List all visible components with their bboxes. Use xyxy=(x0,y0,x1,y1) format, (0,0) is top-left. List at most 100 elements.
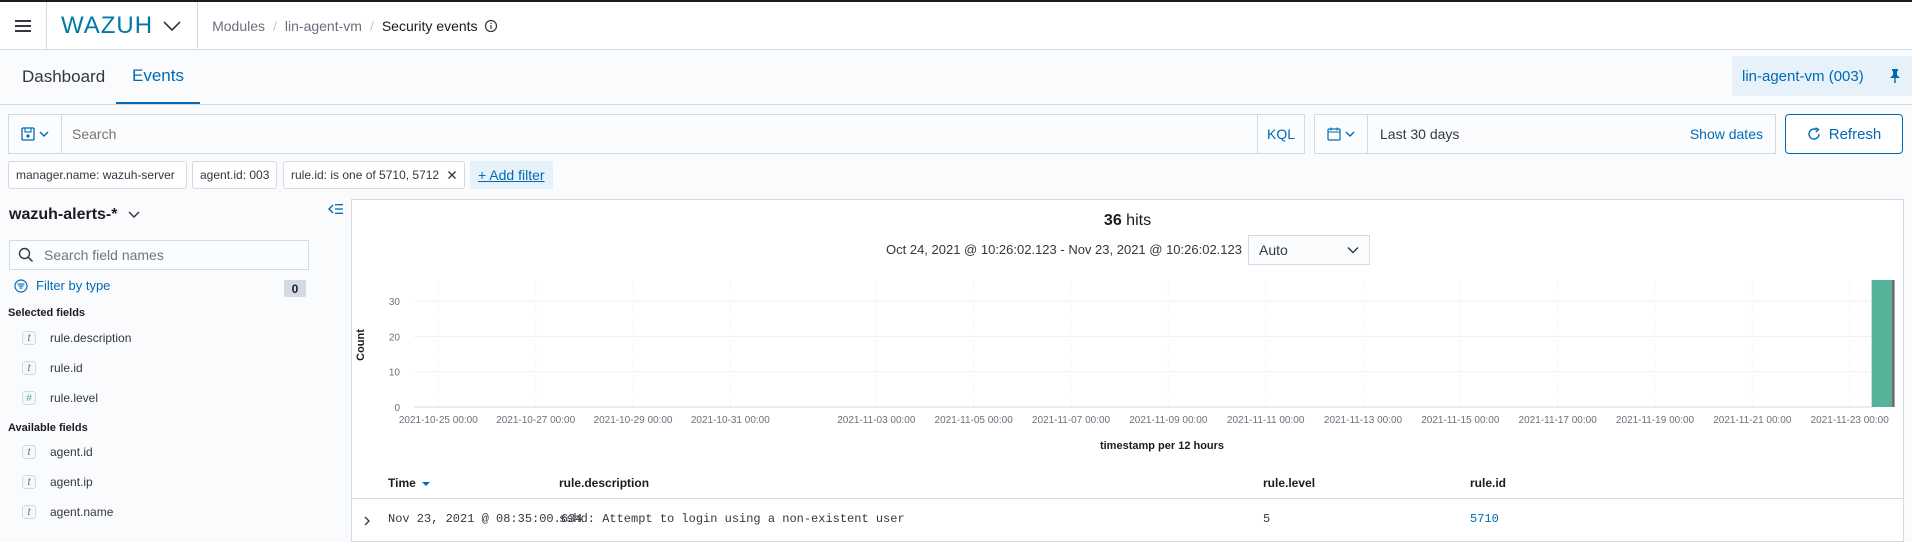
refresh-label: Refresh xyxy=(1828,125,1882,143)
filter-label: rule.id: is one of 5710, 5712 xyxy=(291,168,440,182)
x-tick-label: 2021-11-19 00:00 xyxy=(1616,415,1695,426)
cell-time: Nov 23, 2021 @ 08:35:00.634 xyxy=(388,512,583,526)
info-icon[interactable] xyxy=(484,19,498,33)
x-tick-label: 2021-11-17 00:00 xyxy=(1519,415,1598,426)
saved-query-button[interactable] xyxy=(9,115,62,153)
column-header-rule-level[interactable]: rule.level xyxy=(1263,476,1315,490)
y-tick-label: 20 xyxy=(389,332,401,343)
x-tick-label: 2021-11-11 00:00 xyxy=(1227,415,1305,426)
string-type-icon: t xyxy=(22,475,36,489)
add-filter-button[interactable]: + Add filter xyxy=(470,161,553,189)
filter-count-badge: 0 xyxy=(284,280,306,297)
collapse-sidebar-icon[interactable] xyxy=(328,202,344,216)
tab-dashboard[interactable]: Dashboard xyxy=(22,50,105,104)
x-tick-label: 2021-11-13 00:00 xyxy=(1324,415,1403,426)
histogram-chart: Count 0 10 20 30 2021-10-25 00:00 2021-10-27 0… xyxy=(355,280,1895,452)
chevron-down-icon xyxy=(128,211,140,219)
field-sidebar: wazuh-alerts-* Filter by type 0 Selected… xyxy=(0,196,350,542)
y-tick-label: 0 xyxy=(394,403,400,414)
calendar-icon xyxy=(1327,127,1341,141)
wazuh-logo: WAZUH xyxy=(61,11,154,39)
index-pattern-label: wazuh-alerts-* xyxy=(9,206,118,223)
pinned-agent-label: lin-agent-vm (003) xyxy=(1742,67,1864,85)
x-tick-label: 2021-10-25 00:00 xyxy=(399,415,478,426)
hamburger-menu-button[interactable] xyxy=(0,1,47,50)
expand-row-icon[interactable] xyxy=(362,515,372,527)
y-axis-label: Count xyxy=(355,329,367,361)
available-fields-heading: Available fields xyxy=(8,422,88,434)
filter-by-type-button[interactable]: Filter by type xyxy=(14,278,110,293)
x-tick-label: 2021-11-15 00:00 xyxy=(1421,415,1500,426)
breadcrumb-current: Security events xyxy=(381,17,478,34)
field-item-agent-ip[interactable]: t agent.ip xyxy=(22,475,93,489)
hits-count: 36 xyxy=(1103,212,1122,229)
column-header-rule-description[interactable]: rule.description xyxy=(559,476,649,490)
field-item-agent-name[interactable]: t agent.name xyxy=(22,505,113,519)
filter-label: agent.id: 003 xyxy=(200,168,270,182)
query-bar: KQL xyxy=(8,114,1305,154)
pinned-agent-badge[interactable]: lin-agent-vm (003) xyxy=(1732,56,1912,96)
quick-date-menu-button[interactable] xyxy=(1315,115,1368,153)
chevron-down-icon xyxy=(1345,131,1355,137)
field-item-rule-description[interactable]: t rule.description xyxy=(22,331,131,345)
filter-pill-agent-id[interactable]: agent.id: 003 xyxy=(192,161,277,189)
breadcrumb-agent[interactable]: lin-agent-vm xyxy=(285,18,362,34)
refresh-icon xyxy=(1808,127,1820,140)
field-item-rule-level[interactable]: # rule.level xyxy=(22,391,98,405)
histogram-bar xyxy=(1871,280,1892,407)
field-name: rule.description xyxy=(50,331,132,345)
date-picker: Last 30 days Show dates xyxy=(1314,114,1776,154)
x-tick-label: 2021-11-09 00:00 xyxy=(1129,415,1208,426)
field-search-input[interactable] xyxy=(42,246,296,264)
number-type-icon: # xyxy=(22,391,36,405)
x-axis-label: timestamp per 12 hours xyxy=(1100,440,1224,452)
field-item-agent-id[interactable]: t agent.id xyxy=(22,445,93,459)
refresh-button[interactable]: Refresh xyxy=(1785,114,1903,154)
x-tick-label: 2021-11-03 00:00 xyxy=(837,415,916,426)
x-tick-label: 2021-10-29 00:00 xyxy=(594,415,673,426)
histogram-bar-edge xyxy=(1891,280,1895,407)
field-item-rule-id[interactable]: t rule.id xyxy=(22,361,83,375)
interval-select[interactable]: Auto xyxy=(1248,235,1370,265)
column-header-time[interactable]: Time xyxy=(388,476,431,490)
results-date-range: Oct 24, 2021 @ 10:26:02.123 - Nov 23, 20… xyxy=(886,242,1242,257)
pin-icon[interactable] xyxy=(1888,68,1902,84)
filter-label: manager.name: wazuh-server xyxy=(16,168,175,182)
hamburger-icon xyxy=(15,19,31,32)
chevron-down-icon xyxy=(39,131,49,137)
chevron-down-icon xyxy=(163,20,181,31)
x-tick-label: 2021-10-27 00:00 xyxy=(496,415,575,426)
chevron-down-icon xyxy=(1347,247,1359,254)
string-type-icon: t xyxy=(22,505,36,519)
y-tick-label: 30 xyxy=(389,297,401,308)
cell-rule-id-link[interactable]: 5710 xyxy=(1470,512,1499,526)
kql-language-toggle[interactable]: KQL xyxy=(1257,115,1304,153)
x-tick-label: 2021-11-07 00:00 xyxy=(1032,415,1111,426)
filter-pill-rule-id[interactable]: rule.id: is one of 5710, 5712 xyxy=(283,161,465,189)
tab-events[interactable]: Events xyxy=(116,50,200,104)
column-header-rule-id[interactable]: rule.id xyxy=(1470,476,1506,490)
string-type-icon: t xyxy=(22,331,36,345)
close-icon[interactable] xyxy=(447,170,457,180)
search-icon xyxy=(18,247,34,263)
show-dates-link[interactable]: Show dates xyxy=(1690,126,1775,142)
filter-icon xyxy=(14,278,28,293)
date-range-label[interactable]: Last 30 days xyxy=(1368,126,1690,142)
filter-pill-manager-name[interactable]: manager.name: wazuh-server xyxy=(8,161,187,189)
string-type-icon: t xyxy=(22,361,36,375)
search-input[interactable] xyxy=(62,115,1257,153)
save-icon xyxy=(21,127,35,141)
field-name: agent.id xyxy=(50,445,93,459)
selected-fields-heading: Selected fields xyxy=(8,307,86,319)
breadcrumb-separator: / xyxy=(273,17,277,34)
filter-by-type-label: Filter by type xyxy=(36,278,111,293)
breadcrumb-modules[interactable]: Modules xyxy=(212,18,265,34)
table-divider xyxy=(352,498,1903,499)
field-name: rule.level xyxy=(50,391,99,405)
cell-rule-description: sshd: Attempt to login using a non-exist… xyxy=(559,512,905,526)
breadcrumb-separator: / xyxy=(369,17,374,34)
field-name: agent.name xyxy=(50,505,114,519)
index-pattern-selector[interactable]: wazuh-alerts-* xyxy=(9,206,141,224)
wazuh-logo-menu[interactable]: WAZUH xyxy=(47,2,199,49)
hits-label: hits xyxy=(1126,212,1152,229)
